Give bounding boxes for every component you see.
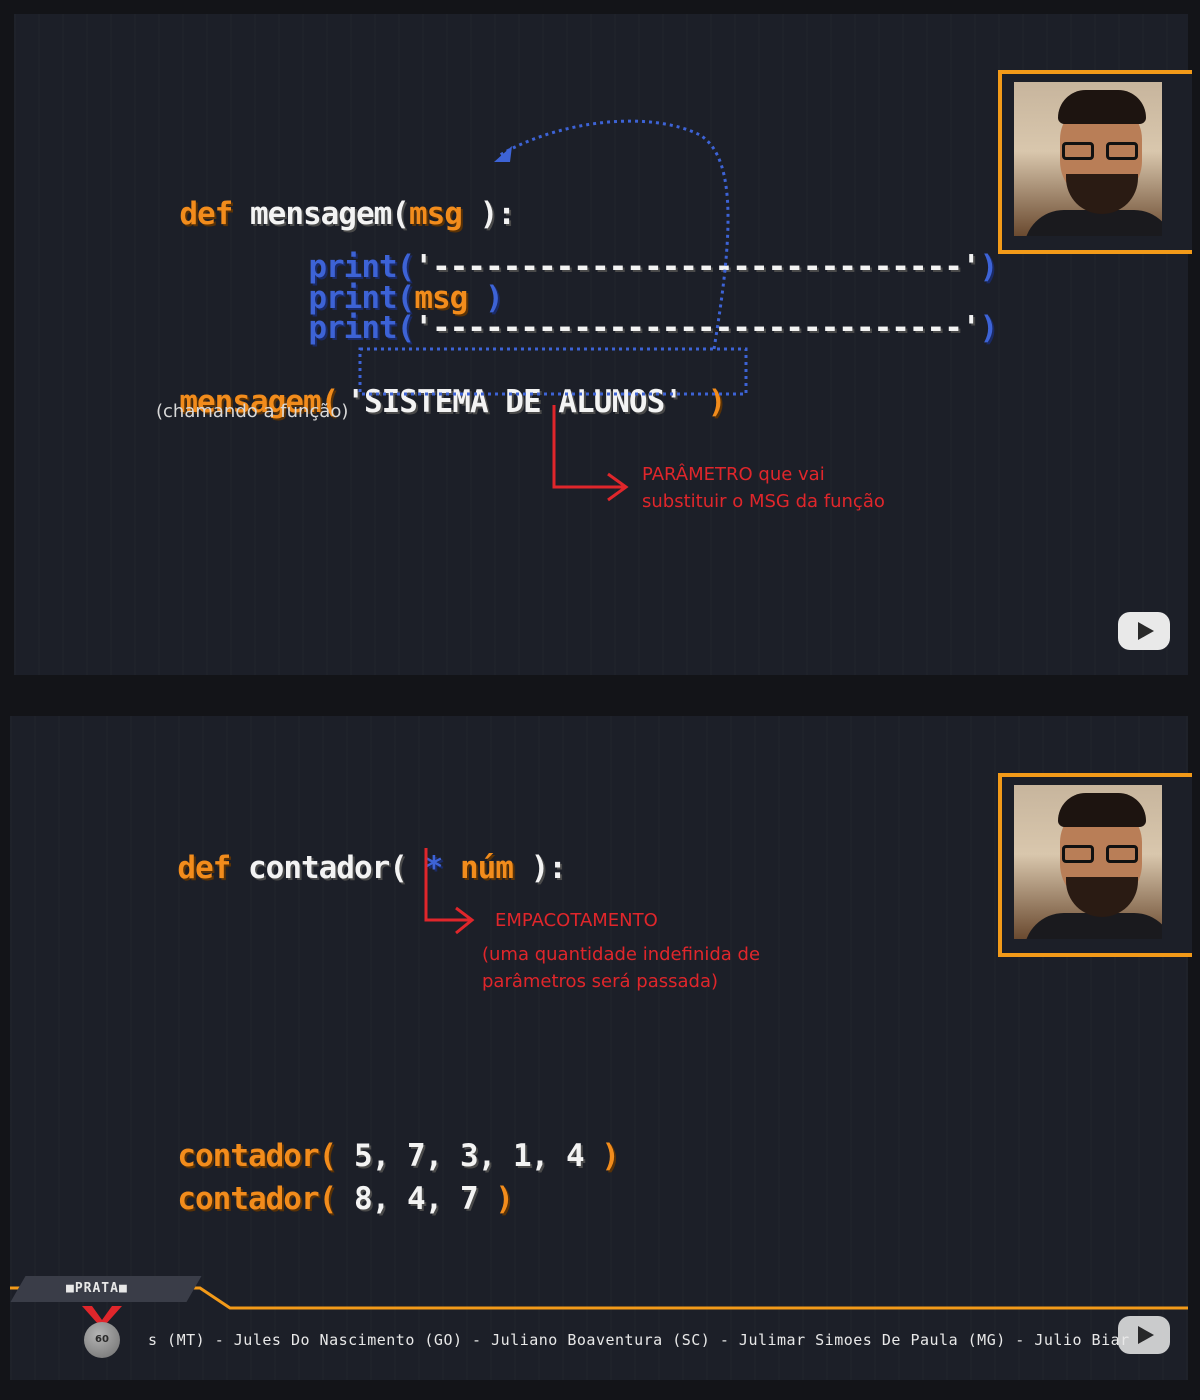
empacotamento-note-2: parâmetros será passada) bbox=[482, 971, 718, 992]
webcam-overlay-2 bbox=[998, 773, 1192, 957]
param-note-line-1: PARÂMETRO que vai bbox=[642, 464, 825, 485]
dotted-arrow-path bbox=[499, 119, 730, 350]
empacotamento-note-1: (uma quantidade indefinida de bbox=[482, 944, 761, 965]
presenter-photo bbox=[1014, 785, 1162, 939]
play-icon[interactable] bbox=[1118, 1316, 1170, 1354]
call-line-2b: contador( 8, 4, 7 ) bbox=[142, 1153, 514, 1217]
call-close: ) bbox=[583, 1138, 620, 1174]
presenter-photo bbox=[1014, 82, 1162, 236]
empacotamento-title: EMPACOTAMENTO bbox=[495, 910, 658, 931]
webcam-overlay-1 bbox=[998, 70, 1192, 254]
tier-badge-label: ■PRATA■ bbox=[66, 1281, 128, 1296]
play-icon[interactable] bbox=[1118, 612, 1170, 650]
arg-highlight-box bbox=[358, 347, 748, 396]
medal-icon: 60 bbox=[84, 1322, 120, 1358]
call-args: 8, 4, 7 bbox=[336, 1181, 479, 1217]
red-arrow-path bbox=[424, 848, 470, 922]
call-note: (chamando a função) bbox=[156, 401, 349, 422]
red-arrow-path bbox=[552, 405, 624, 489]
param-note-line-2: substituir o MSG da função bbox=[642, 491, 885, 512]
call-close: ) bbox=[477, 1181, 514, 1217]
call-fn: contador( bbox=[177, 1181, 337, 1217]
ticker-text: s (MT) - Jules Do Nascimento (GO) - Juli… bbox=[148, 1331, 1130, 1349]
arrowhead-icon bbox=[494, 146, 512, 162]
